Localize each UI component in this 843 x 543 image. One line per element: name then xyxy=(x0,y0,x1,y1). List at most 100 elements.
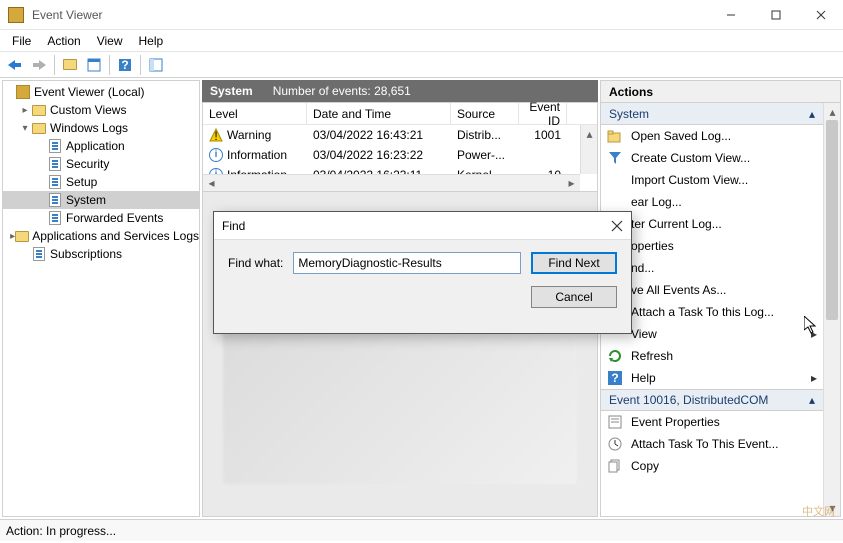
action-open-saved-log-[interactable]: Open Saved Log... xyxy=(601,125,823,147)
action-ve-all-events-as-[interactable]: ve All Events As... xyxy=(601,279,823,301)
find-titlebar[interactable]: Find xyxy=(214,212,631,240)
event-row[interactable]: !Warning03/04/2022 16:43:21Distrib...100… xyxy=(203,125,597,145)
col-level[interactable]: Level xyxy=(203,103,307,124)
tree-label: Forwarded Events xyxy=(66,211,163,225)
task-icon xyxy=(607,436,623,452)
tree-label: Event Viewer (Local) xyxy=(34,85,145,99)
close-icon[interactable] xyxy=(611,220,623,232)
action-copy[interactable]: Copy xyxy=(601,455,823,477)
tree-label: Applications and Services Logs xyxy=(32,229,199,243)
sub-icon xyxy=(31,246,47,262)
action-label: Copy xyxy=(631,459,659,473)
events-grid[interactable]: Level Date and Time Source Event ID !War… xyxy=(202,102,598,192)
action-nd-[interactable]: nd... xyxy=(601,257,823,279)
tree-item-windows-logs[interactable]: ▾ Windows Logs xyxy=(3,119,199,137)
action-attach-a-task-to-this-log-[interactable]: Attach a Task To this Log... xyxy=(601,301,823,323)
log-icon xyxy=(47,192,63,208)
action-label: View xyxy=(631,327,657,341)
collapse-icon[interactable]: ▴ xyxy=(809,393,815,407)
tree-item-subscriptions[interactable]: Subscriptions xyxy=(3,245,199,263)
actions-scrollbar[interactable]: ▴ ▾ xyxy=(823,103,840,516)
grid-header[interactable]: Level Date and Time Source Event ID xyxy=(203,103,597,125)
action-help[interactable]: ?Help▸ xyxy=(601,367,823,389)
cancel-button[interactable]: Cancel xyxy=(531,286,617,308)
refresh-icon xyxy=(607,348,623,364)
tree-label: Subscriptions xyxy=(50,247,122,261)
action-label: Import Custom View... xyxy=(631,173,748,187)
help-button[interactable]: ? xyxy=(114,54,136,76)
tree-item-forwarded-events[interactable]: Forwarded Events xyxy=(3,209,199,227)
menu-file[interactable]: File xyxy=(4,32,39,50)
open-icon xyxy=(607,128,623,144)
tree-pane[interactable]: Event Viewer (Local) ▸Custom Views ▾ Windo… xyxy=(2,80,200,517)
toolbar-btn-3[interactable] xyxy=(145,54,167,76)
v-scrollbar[interactable]: ▴ xyxy=(580,125,597,174)
tree-item-application[interactable]: Application xyxy=(3,137,199,155)
action-refresh[interactable]: Refresh xyxy=(601,345,823,367)
forward-button[interactable] xyxy=(28,54,50,76)
tree-item-applications-and-services-logs[interactable]: ▸Applications and Services Logs xyxy=(3,227,199,245)
action-view[interactable]: View▸ xyxy=(601,323,823,345)
expander-icon[interactable]: ▸ xyxy=(19,105,31,116)
action-import-custom-view-[interactable]: Import Custom View... xyxy=(601,169,823,191)
tree-label: Security xyxy=(66,157,109,171)
col-eventid[interactable]: Event ID xyxy=(519,103,567,124)
find-label: Find what: xyxy=(228,256,283,270)
scrollbar-thumb[interactable] xyxy=(826,120,838,320)
scroll-up-icon[interactable]: ▴ xyxy=(824,103,841,120)
expander-icon[interactable]: ▾ xyxy=(19,123,31,134)
actions-section-header[interactable]: System▴ xyxy=(601,103,823,125)
close-button[interactable] xyxy=(798,0,843,30)
menu-view[interactable]: View xyxy=(89,32,131,50)
tree-item-system[interactable]: System xyxy=(3,191,199,209)
tree-item-custom-views[interactable]: ▸Custom Views xyxy=(3,101,199,119)
action-label: ve All Events As... xyxy=(631,283,726,297)
event-row[interactable]: iInformation03/04/2022 16:23:22Power-... xyxy=(203,145,597,165)
action-label: Refresh xyxy=(631,349,673,363)
tree-label: Setup xyxy=(66,175,97,189)
menu-help[interactable]: Help xyxy=(131,32,172,50)
toolbar-btn-2[interactable] xyxy=(83,54,105,76)
menu-action[interactable]: Action xyxy=(39,32,88,50)
log-icon xyxy=(47,156,63,172)
find-next-button[interactable]: Find Next xyxy=(531,252,617,274)
col-datetime[interactable]: Date and Time xyxy=(307,103,451,124)
actions-pane: Actions System▴ Open Saved Log... Create C… xyxy=(600,80,841,517)
action-operties[interactable]: operties xyxy=(601,235,823,257)
action-attach-task-to-this-event-[interactable]: Attach Task To This Event... xyxy=(601,433,823,455)
action-label: Open Saved Log... xyxy=(631,129,731,143)
actions-title: Actions xyxy=(601,81,840,103)
tree-item-security[interactable]: Security xyxy=(3,155,199,173)
action-ter-current-log-[interactable]: ter Current Log... xyxy=(601,213,823,235)
col-source[interactable]: Source xyxy=(451,103,519,124)
action-label: Attach Task To This Event... xyxy=(631,437,778,451)
blank-icon xyxy=(607,172,623,188)
action-event-properties[interactable]: Event Properties xyxy=(601,411,823,433)
action-label: ter Current Log... xyxy=(631,217,722,231)
folder-icon xyxy=(15,228,29,244)
action-create-custom-view-[interactable]: Create Custom View... xyxy=(601,147,823,169)
tree-item-setup[interactable]: Setup xyxy=(3,173,199,191)
tree-root[interactable]: Event Viewer (Local) xyxy=(3,83,199,101)
menubar: File Action View Help xyxy=(0,30,843,52)
tree-label: Windows Logs xyxy=(50,121,128,135)
scroll-left-icon[interactable]: ◂ xyxy=(203,175,220,192)
log-icon xyxy=(47,174,63,190)
actions-section-header[interactable]: Event 10016, DistributedCOM▴ xyxy=(601,389,823,411)
copy-icon xyxy=(607,458,623,474)
up-button[interactable] xyxy=(59,54,81,76)
minimize-button[interactable] xyxy=(708,0,753,30)
collapse-icon[interactable]: ▴ xyxy=(809,107,815,121)
h-scrollbar[interactable]: ◂ ▸ xyxy=(203,174,580,191)
scroll-up-icon[interactable]: ▴ xyxy=(581,125,598,142)
find-dialog[interactable]: Find Find what: Find Next Cancel xyxy=(213,211,632,334)
scroll-right-icon[interactable]: ▸ xyxy=(563,175,580,192)
back-button[interactable] xyxy=(4,54,26,76)
action-label: ear Log... xyxy=(631,195,682,209)
window-title: Event Viewer xyxy=(32,8,708,22)
find-input[interactable] xyxy=(293,252,521,274)
prop-icon xyxy=(607,414,623,430)
watermark: 中文网 xyxy=(802,503,835,519)
maximize-button[interactable] xyxy=(753,0,798,30)
action-ear-log-[interactable]: ear Log... xyxy=(601,191,823,213)
